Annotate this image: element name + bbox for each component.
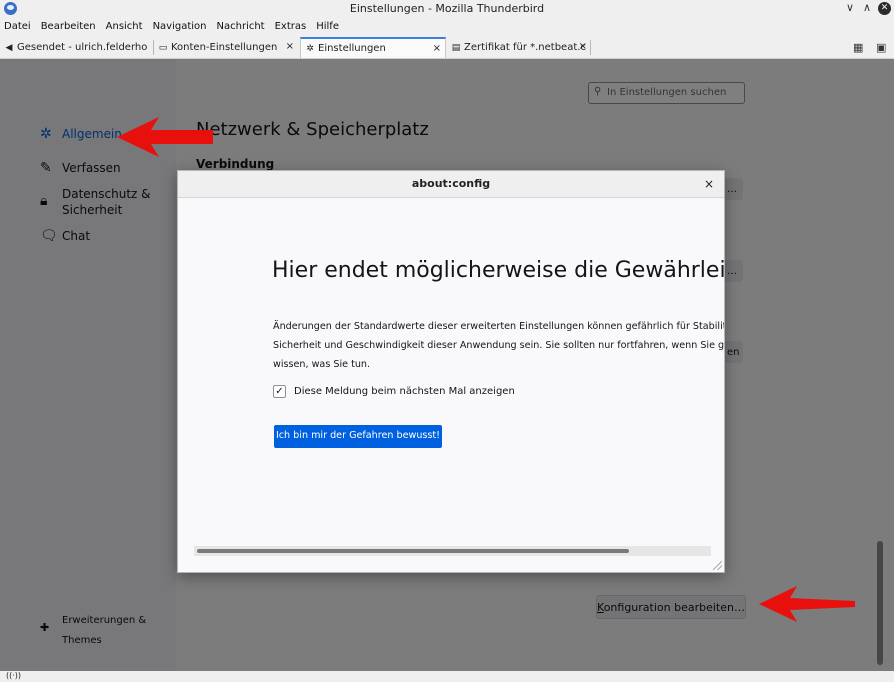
checkbox-label: Diese Meldung beim nächsten Mal anzeigen [294, 386, 515, 397]
tab-label: Konten-Einstellungen [171, 42, 278, 53]
tab-close-icon[interactable]: × [286, 41, 294, 52]
tab-close-icon[interactable]: × [433, 43, 441, 54]
scrollbar-thumb[interactable] [197, 549, 629, 553]
window-titlebar: Einstellungen - Mozilla Thunderbird ∨ ∧ … [0, 0, 894, 18]
menubar: Datei Bearbeiten Ansicht Navigation Nach… [0, 18, 894, 35]
show-warning-checkbox[interactable]: ✓ [273, 385, 286, 398]
red-arrow-icon [117, 117, 213, 157]
minimize-icon[interactable]: ∨ [846, 1, 854, 14]
tab-zertifikat[interactable]: ▤ Zertifikat für *.netbeat.c × [451, 37, 591, 58]
menu-bearbeiten[interactable]: Bearbeiten [41, 21, 96, 32]
activity-icon: ((·)) [6, 671, 22, 680]
window-title: Einstellungen - Mozilla Thunderbird [349, 2, 545, 15]
menu-navigation[interactable]: Navigation [153, 21, 207, 32]
resize-grip-icon[interactable] [713, 561, 722, 570]
maximize-icon[interactable]: ∧ [863, 1, 871, 14]
warning-heading: Hier endet möglicherweise die Gewährleis… [272, 258, 724, 283]
gear-icon: ✲ [306, 43, 314, 54]
horizontal-scrollbar[interactable] [194, 546, 711, 556]
dialog-header: about:config × [178, 171, 724, 198]
tasks-icon[interactable]: ▣ [876, 41, 886, 54]
menu-ansicht[interactable]: Ansicht [106, 21, 143, 32]
close-window-icon[interactable]: ✕ [878, 2, 891, 15]
status-bar: ((·)) [0, 671, 894, 682]
account-icon: ▭ [158, 42, 168, 53]
dialog-close-icon[interactable]: × [704, 177, 714, 191]
dialog-body: Hier endet möglicherweise die Gewährleis… [178, 198, 724, 572]
dialog-title: about:config [411, 177, 491, 190]
menu-extras[interactable]: Extras [275, 21, 307, 32]
show-warning-checkbox-row[interactable]: ✓ Diese Meldung beim nächsten Mal anzeig… [273, 385, 515, 398]
menu-hilfe[interactable]: Hilfe [316, 21, 339, 32]
tab-einstellungen[interactable]: ✲ Einstellungen × [300, 37, 446, 58]
send-icon: ◀ [5, 42, 13, 53]
red-arrow-icon [759, 586, 855, 622]
accept-risk-button[interactable]: Ich bin mir der Gefahren bewusst! [274, 425, 442, 448]
certificate-icon: ▤ [451, 42, 461, 53]
tab-bar: ◀ Gesendet - ulrich.felderho ▭ Konten-Ei… [0, 35, 894, 59]
calendar-icon[interactable]: ▦ [853, 41, 863, 54]
about-config-dialog: about:config × Hier endet möglicherweise… [177, 170, 725, 573]
tab-konten-einstellungen[interactable]: ▭ Konten-Einstellungen × [158, 37, 298, 58]
tab-label: Zertifikat für *.netbeat.c [464, 42, 586, 53]
tab-label: Gesendet - ulrich.felderho [17, 42, 148, 53]
menu-nachricht[interactable]: Nachricht [217, 21, 265, 32]
tab-label: Einstellungen [318, 43, 386, 54]
tab-gesendet[interactable]: ◀ Gesendet - ulrich.felderho [4, 37, 154, 58]
tab-close-icon[interactable]: × [579, 41, 587, 52]
menu-datei[interactable]: Datei [4, 21, 31, 32]
warning-text: Änderungen der Standardwerte dieser erwe… [273, 321, 724, 370]
